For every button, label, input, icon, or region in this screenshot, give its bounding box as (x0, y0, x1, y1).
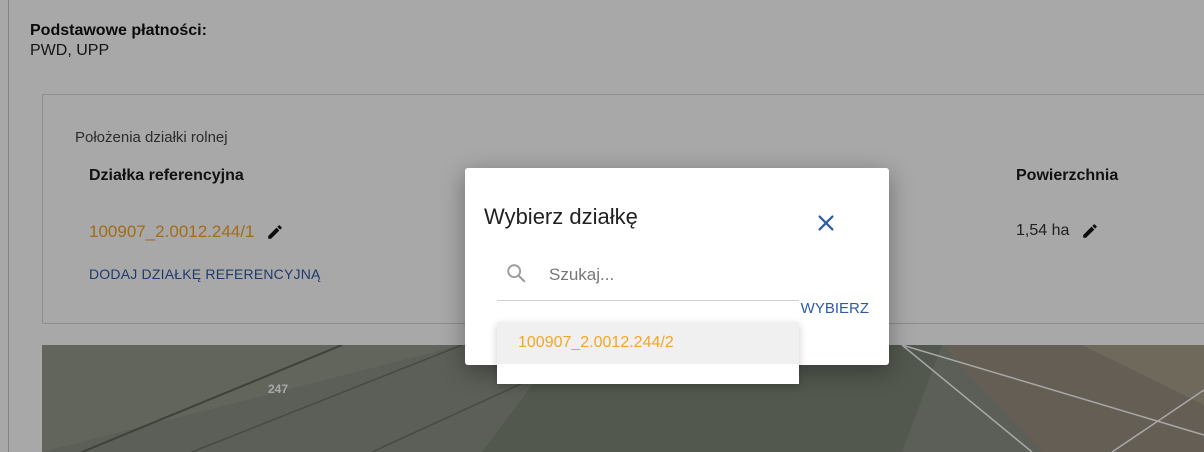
list-item[interactable]: 100907_2.0012.244/2 (497, 322, 799, 364)
page: Podstawowe płatności: PWD, UPP Położenia… (0, 0, 1204, 452)
dialog-title: Wybierz działkę (484, 204, 638, 229)
search-icon (507, 264, 526, 283)
close-icon[interactable] (815, 212, 837, 234)
search-results-dropdown: 100907_2.0012.244/2 (497, 322, 799, 384)
choose-button[interactable]: WYBIERZ (797, 300, 869, 317)
search-input[interactable] (547, 254, 791, 296)
search-field (497, 254, 799, 301)
